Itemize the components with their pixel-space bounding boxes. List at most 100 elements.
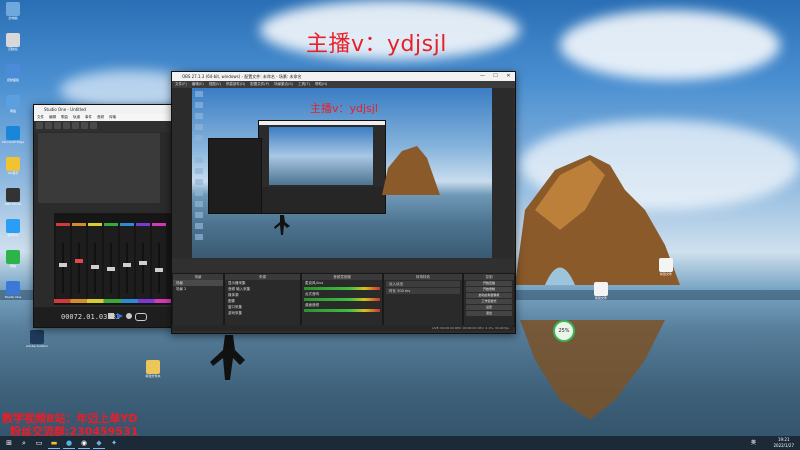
menu-item[interactable]: 文件 (37, 114, 44, 121)
mixer-channel[interactable] (152, 223, 166, 301)
fader-knob[interactable] (59, 263, 67, 267)
fader-knob[interactable] (91, 265, 99, 269)
transition-duration[interactable]: 时长 300 ms (386, 288, 460, 294)
desktop-icon[interactable]: 新建文件夹 (142, 360, 164, 386)
control-panel-icon (6, 64, 20, 78)
qq-icon[interactable]: ✦ (108, 438, 120, 448)
tool-icon[interactable] (72, 122, 79, 129)
tool-icon[interactable] (36, 122, 43, 129)
desktop-icon[interactable]: OBS Studio (2, 188, 24, 214)
exit-button[interactable]: 退出 (466, 311, 512, 316)
audio-mixer-dock[interactable]: 音频混音器 麦克风/Aux 台式音响 桌面音频 (301, 273, 383, 327)
desktop-icon[interactable]: 回收站 (2, 33, 24, 59)
mixer-titlebar[interactable]: Studio One - Untitled (34, 105, 174, 114)
desktop-icon[interactable]: 腾讯QQ (2, 219, 24, 245)
obs-titlebar[interactable]: OBS 27.1.3 (64-bit, windows) - 配置文件: 未命名… (172, 72, 515, 81)
start-recording-button[interactable]: 开始录制 (466, 287, 512, 292)
fader-knob[interactable] (155, 268, 163, 272)
dock-header: 控制 (464, 274, 514, 280)
tray-lang[interactable]: 英 (751, 439, 756, 446)
sources-dock[interactable]: 来源 显示器采集 音频 输入采集 媒体源 图像 窗口采集 游戏采集 (224, 273, 301, 327)
desktop-icon[interactable]: 网络 (2, 95, 24, 121)
taskbar-clock[interactable]: 19:21 2022/1/27 (773, 437, 794, 449)
fader-knob[interactable] (75, 259, 83, 263)
tool-icon[interactable] (45, 122, 52, 129)
studio-mode-button[interactable]: 工作室模式 (466, 299, 512, 304)
menu-item[interactable]: 场景集合(S) (274, 81, 293, 88)
transition-select[interactable]: 淡入淡出 (386, 281, 460, 287)
maximize-icon[interactable]: ☐ (489, 72, 502, 81)
record-icon[interactable] (126, 313, 132, 319)
obs-status-bar: LIVE: 00:00:00 REC: 00:00:00 CPU: 2.1%, … (172, 325, 513, 331)
mixer-track-label: 麦克风/Aux (305, 281, 324, 285)
menu-item[interactable]: 帮助(H) (315, 81, 327, 88)
controls-dock[interactable]: 控制 开始直播 开始录制 启动虚拟摄像机 工作室模式 设置 退出 (463, 273, 515, 327)
search-icon[interactable]: ⌕ (18, 438, 30, 448)
menu-item[interactable]: 编辑(E) (192, 81, 204, 88)
desktop-icon[interactable]: Studio One (2, 281, 24, 307)
qq-icon (6, 219, 20, 233)
task-view-icon[interactable]: ▭ (33, 438, 45, 448)
tool-icon[interactable] (54, 122, 61, 129)
track-area[interactable] (38, 133, 160, 203)
obs-icon[interactable]: ◉ (78, 438, 90, 449)
tool-icon[interactable] (63, 122, 70, 129)
mixer-channel[interactable] (88, 223, 102, 301)
windows-logo-icon[interactable]: ⊞ (3, 438, 15, 448)
loop-icon[interactable] (135, 313, 147, 321)
progress-badge[interactable]: 25% (553, 320, 575, 342)
edge-icon[interactable]: ● (63, 438, 75, 449)
desktop-icon[interactable]: 控制面板 (2, 64, 24, 90)
desktop-icon[interactable]: 新建文件 (590, 282, 612, 308)
menu-item[interactable]: 配置文件(P) (250, 81, 269, 88)
desktop-icon[interactable]: Microsoft Edge (2, 126, 24, 152)
mixer-channel[interactable] (120, 223, 134, 301)
network-icon (6, 95, 20, 109)
menu-item[interactable]: 停靠部件(D) (226, 81, 245, 88)
figure-icon (274, 215, 290, 235)
menu-item[interactable]: 传输 (109, 114, 116, 121)
source-item[interactable]: 游戏采集 (225, 310, 300, 316)
desktop-icon[interactable]: Adobe Audition (26, 330, 48, 356)
desktop-icon[interactable]: 新建文件 (655, 258, 677, 284)
fader-knob[interactable] (139, 261, 147, 265)
desktop-icon[interactable]: QQ音乐 (2, 157, 24, 183)
preview-toolbar (172, 259, 513, 271)
obs-preview[interactable]: 主播v：ydjsjl (192, 88, 492, 258)
transport-controls (108, 313, 147, 321)
menu-item[interactable]: 音频 (97, 114, 104, 121)
edge-icon (6, 126, 20, 140)
play-icon[interactable] (117, 313, 123, 319)
tool-icon[interactable] (90, 122, 97, 129)
menu-item[interactable]: 事件 (85, 114, 92, 121)
menu-item[interactable]: 视图(V) (209, 81, 221, 88)
studio-one-icon[interactable]: ◆ (93, 438, 105, 449)
desktop-icon[interactable]: 此电脑 (2, 2, 24, 28)
menu-item[interactable]: 文件(F) (175, 81, 187, 88)
close-icon[interactable]: ✕ (502, 72, 515, 81)
start-streaming-button[interactable]: 开始直播 (466, 281, 512, 286)
minimize-icon[interactable]: — (476, 72, 489, 81)
preview-streamer-title: 主播v：ydjsjl (310, 102, 378, 115)
mixer-window[interactable]: Studio One - Untitled 文件 编辑 歌曲 轨道 事件 音频 … (33, 104, 175, 328)
menu-item[interactable]: 轨道 (73, 114, 80, 121)
explorer-icon[interactable]: ▬ (48, 438, 60, 449)
fader-knob[interactable] (107, 267, 115, 271)
menu-item[interactable]: 工具(T) (298, 81, 310, 88)
stop-icon[interactable] (108, 313, 114, 319)
scenes-dock[interactable]: 场景 场景 场景 2 (172, 273, 224, 327)
menu-item[interactable]: 歌曲 (61, 114, 68, 121)
fader-knob[interactable] (123, 263, 131, 267)
desktop-icon[interactable]: 微信 (2, 250, 24, 276)
mixer-channel[interactable] (56, 223, 70, 301)
settings-button[interactable]: 设置 (466, 305, 512, 310)
virtual-camera-button[interactable]: 启动虚拟摄像机 (466, 293, 512, 298)
nested-preview (269, 127, 373, 185)
transitions-dock[interactable]: 转场特效 淡入淡出 时长 300 ms (383, 273, 463, 327)
scene-item[interactable]: 场景 2 (173, 286, 223, 292)
mixer-channel[interactable] (136, 223, 150, 301)
mixer-channel[interactable] (104, 223, 118, 301)
menu-item[interactable]: 编辑 (49, 114, 56, 121)
tool-icon[interactable] (81, 122, 88, 129)
mixer-channel[interactable] (72, 223, 86, 301)
